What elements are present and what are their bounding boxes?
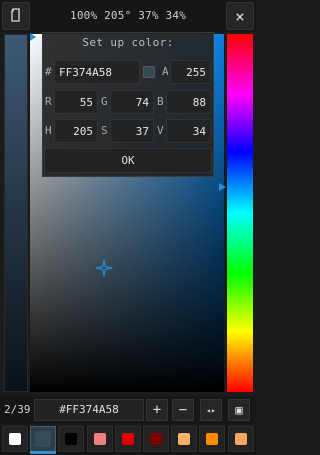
- v-field[interactable]: 34: [166, 119, 211, 143]
- swatch-8[interactable]: [227, 426, 254, 452]
- swatch-color-chip: [150, 433, 162, 445]
- hex-field[interactable]: FF374A58: [54, 60, 140, 84]
- sv-top-marker-icon: [30, 33, 36, 41]
- swatch-4[interactable]: [114, 426, 141, 452]
- hue-slider[interactable]: [227, 34, 253, 392]
- document-icon: [10, 7, 22, 25]
- frame-icon: ▣: [235, 403, 243, 417]
- swatch-5[interactable]: [143, 426, 169, 452]
- close-button[interactable]: ×: [226, 2, 254, 30]
- swatch-7[interactable]: [199, 426, 226, 452]
- swatch-3[interactable]: [86, 426, 113, 452]
- document-button[interactable]: [2, 2, 30, 30]
- s-field[interactable]: 37: [110, 119, 154, 143]
- add-color-button[interactable]: +: [146, 399, 168, 421]
- swatch-color-chip: [121, 433, 134, 445]
- swatch-color-chip: [93, 433, 106, 445]
- page-counter: 2/39: [4, 403, 31, 416]
- swatch-0[interactable]: [2, 426, 28, 452]
- color-preview-swatch: [143, 66, 155, 78]
- swatch-color-chip: [234, 433, 247, 445]
- b-label: B: [157, 95, 164, 108]
- g-label: G: [101, 95, 108, 108]
- hex-label: #: [45, 65, 52, 78]
- alpha-field[interactable]: 255: [170, 60, 211, 84]
- swatch-1[interactable]: [30, 426, 57, 452]
- color-readout-title: 100% 205° 37% 34%: [70, 9, 186, 22]
- h-field[interactable]: 205: [54, 119, 98, 143]
- remove-color-button[interactable]: −: [172, 399, 194, 421]
- swap-arrows-icon: ◂▸: [206, 405, 216, 415]
- r-label: R: [45, 95, 52, 108]
- v-label: V: [157, 124, 164, 137]
- r-field[interactable]: 55: [54, 90, 98, 114]
- sv-cursor-icon[interactable]: [96, 260, 112, 276]
- swatch-color-chip: [65, 433, 78, 445]
- swatch-color-chip: [206, 433, 219, 445]
- alpha-strip[interactable]: [4, 34, 28, 392]
- swatch-color-chip: [9, 433, 21, 445]
- swatch-color-chip: [35, 431, 52, 447]
- swatch-6[interactable]: [171, 426, 198, 452]
- plus-icon: +: [152, 402, 162, 418]
- swap-button[interactable]: ◂▸: [200, 399, 222, 421]
- minus-icon: −: [178, 402, 188, 418]
- b-field[interactable]: 88: [166, 90, 211, 114]
- g-field[interactable]: 74: [110, 90, 154, 114]
- hex-value: FF374A58: [59, 66, 112, 79]
- ok-button[interactable]: OK: [44, 148, 212, 173]
- alpha-label: A: [162, 65, 169, 78]
- hue-marker-icon[interactable]: [219, 183, 226, 191]
- selected-swatch-indicator: [30, 451, 56, 454]
- current-hex-field[interactable]: #FF374A58: [34, 399, 144, 421]
- s-label: S: [101, 124, 108, 137]
- frame-button[interactable]: ▣: [228, 399, 250, 421]
- dialog-title: Set up color:: [82, 36, 174, 49]
- h-label: H: [45, 124, 52, 137]
- swatch-color-chip: [178, 433, 191, 445]
- close-icon: ×: [235, 6, 245, 26]
- swatch-2[interactable]: [58, 426, 85, 452]
